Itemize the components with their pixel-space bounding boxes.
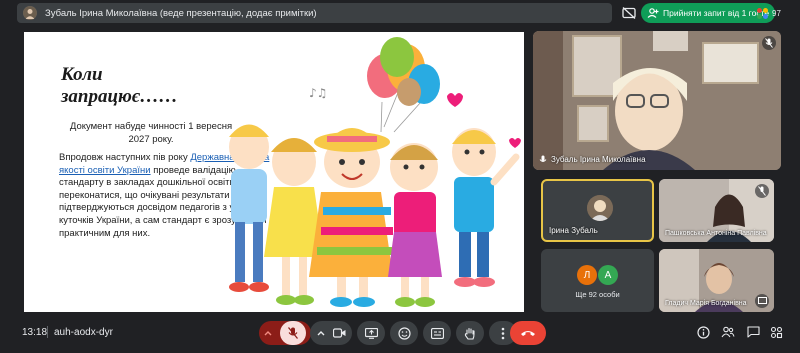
svg-text:♪♫: ♪♫ xyxy=(309,86,327,100)
more-vert-icon xyxy=(501,327,505,340)
present-icon xyxy=(755,294,769,308)
present-screen-button[interactable] xyxy=(357,321,385,345)
present-screen-icon xyxy=(364,327,378,339)
emoji-icon xyxy=(397,326,411,340)
other-avatars: Л А xyxy=(577,265,618,285)
participant-tile-hladych[interactable]: Гладич Марія Богданівна xyxy=(659,249,774,312)
mic-icon xyxy=(539,155,547,162)
captions-icon xyxy=(430,327,444,339)
leave-call-button[interactable] xyxy=(510,321,546,345)
raise-hand-button[interactable] xyxy=(456,321,484,345)
hand-icon xyxy=(464,327,476,340)
main-speaker-label: Зубаль Ірина Миколаївна xyxy=(551,155,646,165)
main-speaker-tile[interactable]: Зубаль Ірина Миколаївна xyxy=(533,31,781,170)
chevron-up-icon[interactable] xyxy=(264,330,272,336)
accept-guest-label: Прийняти запит від 1 госте xyxy=(663,8,770,18)
children-illustration: ♪♫ xyxy=(229,37,521,307)
reactions-button[interactable] xyxy=(390,321,418,345)
presenter-text: Зубаль Ірина Миколаївна (веде презентаці… xyxy=(45,7,317,19)
presenter-avatar xyxy=(23,6,37,20)
participants-button[interactable]: 97 xyxy=(757,5,789,21)
others-count: Ще 92 особи xyxy=(575,290,620,299)
speaker-video xyxy=(533,31,781,170)
mic-off-icon xyxy=(762,36,776,50)
microphone-control[interactable] xyxy=(259,321,311,345)
slide-title: Коли запрацює…… xyxy=(61,64,178,107)
accept-guest-request-button[interactable]: Прийняти запит від 1 госте xyxy=(641,3,775,23)
presentation-slide: Коли запрацює…… Документ набуде чинності… xyxy=(24,32,524,312)
camera-icon[interactable] xyxy=(332,328,346,338)
participant-name: Пашковська Антоніна Павлівна xyxy=(665,230,767,237)
captions-button[interactable] xyxy=(423,321,451,345)
avatar: Л xyxy=(577,265,597,285)
participant-avatar xyxy=(587,195,613,221)
mic-off-icon[interactable] xyxy=(280,321,306,345)
participant-tile-pashkovska[interactable]: Пашковська Антоніна Павлівна xyxy=(659,179,774,242)
avatar: А xyxy=(598,265,618,285)
captions-off-icon[interactable] xyxy=(622,6,636,19)
main-speaker-name: Зубаль Ірина Миколаївна xyxy=(539,155,646,165)
meeting-code: auh-aodx-dyr xyxy=(54,327,113,338)
participant-tile-irina[interactable]: Ірина Зубаль xyxy=(541,179,654,242)
participants-icon xyxy=(757,7,768,19)
camera-control[interactable] xyxy=(310,321,352,345)
participant-count: 97 xyxy=(772,8,781,18)
clock: 13:18 xyxy=(22,327,48,338)
slide-body-start: Впродовж наступних пів року xyxy=(59,152,191,163)
chevron-up-icon[interactable] xyxy=(317,330,325,336)
end-call-icon xyxy=(520,329,536,337)
info-icon[interactable] xyxy=(696,325,710,339)
activities-icon[interactable] xyxy=(769,325,783,339)
chat-icon[interactable] xyxy=(746,325,760,339)
divider xyxy=(47,326,48,338)
presenter-banner: Зубаль Ірина Миколаївна (веде презентаці… xyxy=(17,3,612,23)
add-person-icon xyxy=(647,7,659,19)
participant-name: Гладич Марія Богданівна xyxy=(665,300,747,307)
participant-name: Ірина Зубаль xyxy=(549,226,598,235)
mic-off-icon xyxy=(755,184,769,198)
people-icon[interactable] xyxy=(721,325,735,339)
other-participants-tile[interactable]: Л А Ще 92 особи xyxy=(541,249,654,312)
